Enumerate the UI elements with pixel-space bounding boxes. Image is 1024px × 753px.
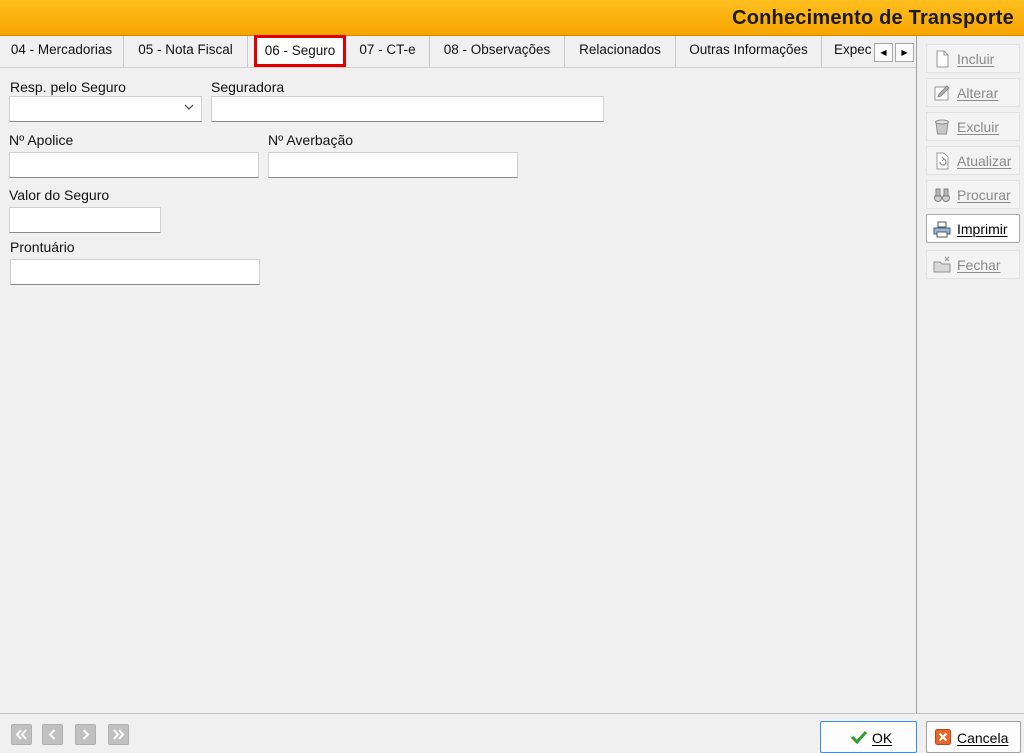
close-folder-icon <box>933 256 951 273</box>
tab-nota-fiscal[interactable]: 05 - Nota Fiscal <box>124 36 248 67</box>
binoculars-icon <box>934 188 950 202</box>
n-averbacao-label: Nº Averbação <box>268 132 354 148</box>
first-record-button[interactable] <box>11 724 32 745</box>
tab-seguro[interactable]: 06 - Seguro <box>254 35 346 67</box>
procurar-button[interactable]: Procurar <box>926 180 1020 209</box>
seguradora-label: Seguradora <box>211 79 285 95</box>
cancel-icon <box>935 729 951 745</box>
tab-expec[interactable]: Expec <box>822 36 874 67</box>
double-chevron-left-icon <box>15 729 27 740</box>
valor-seguro-field[interactable] <box>9 207 161 233</box>
cancela-button[interactable]: Cancela <box>926 721 1021 753</box>
resp-seguro-label: Resp. pelo Seguro <box>10 79 126 95</box>
title-bar: Conhecimento de Transporte <box>0 0 1024 36</box>
atualizar-label: Atualizar <box>957 153 1012 169</box>
alterar-button[interactable]: Alterar <box>926 78 1020 107</box>
tab-mercadorias[interactable]: 04 - Mercadorias <box>0 36 124 67</box>
n-averbacao-field[interactable] <box>268 152 518 178</box>
next-record-button[interactable] <box>75 724 96 745</box>
last-record-button[interactable] <box>108 724 129 745</box>
tab-observacoes[interactable]: 08 - Observações <box>430 36 565 67</box>
excluir-label: Excluir <box>957 119 1000 135</box>
tab-relacionados[interactable]: Relacionados <box>565 36 676 67</box>
fechar-button[interactable]: Fechar <box>926 250 1020 279</box>
ok-label: OK <box>872 730 893 746</box>
footer-bar: OK Cancela <box>0 713 1024 753</box>
previous-record-button[interactable] <box>42 724 63 745</box>
incluir-label: Incluir <box>957 51 995 67</box>
tab-scroll-left-button[interactable]: ◀ <box>874 43 893 62</box>
prontuario-label: Prontuário <box>10 239 75 255</box>
tab-outras-informacoes[interactable]: Outras Informações <box>676 36 822 67</box>
incluir-button[interactable]: Incluir <box>926 44 1020 73</box>
atualizar-button[interactable]: Atualizar <box>926 146 1020 175</box>
tab-scroll-right-button[interactable]: ▶ <box>895 43 914 62</box>
procurar-label: Procurar <box>957 187 1011 203</box>
resp-seguro-select[interactable] <box>9 96 202 122</box>
chevron-down-icon <box>184 104 194 110</box>
cancela-label: Cancela <box>957 730 1009 746</box>
valor-seguro-label: Valor do Seguro <box>9 187 110 203</box>
ok-button[interactable]: OK <box>820 721 917 753</box>
seguro-form: Resp. pelo Seguro Seguradora Nº Apolice … <box>0 68 916 713</box>
refresh-icon <box>936 152 949 170</box>
seguradora-field[interactable] <box>211 96 604 122</box>
imprimir-label: Imprimir <box>957 221 1008 237</box>
tab-cte[interactable]: 07 - CT-e <box>346 36 430 67</box>
chevron-right-icon <box>82 729 90 740</box>
prontuario-field[interactable] <box>10 259 260 285</box>
window-title: Conhecimento de Transporte <box>732 7 1014 29</box>
new-document-icon <box>936 50 949 68</box>
edit-pencil-icon <box>934 85 950 101</box>
n-apolice-field[interactable] <box>9 152 259 178</box>
checkmark-icon <box>850 730 868 745</box>
imprimir-button[interactable]: Imprimir <box>926 214 1020 243</box>
alterar-label: Alterar <box>957 85 999 101</box>
n-apolice-label: Nº Apolice <box>9 132 74 148</box>
excluir-button[interactable]: Excluir <box>926 112 1020 141</box>
tab-bar: 04 - Mercadorias 05 - Nota Fiscal 06 - S… <box>0 35 916 68</box>
chevron-left-icon <box>48 729 56 740</box>
printer-icon <box>933 221 951 238</box>
trash-icon <box>935 119 949 135</box>
double-chevron-right-icon <box>113 729 125 740</box>
action-sidebar: Incluir Alterar Excluir Atualizar Procur… <box>916 36 1024 713</box>
fechar-label: Fechar <box>957 257 1001 273</box>
